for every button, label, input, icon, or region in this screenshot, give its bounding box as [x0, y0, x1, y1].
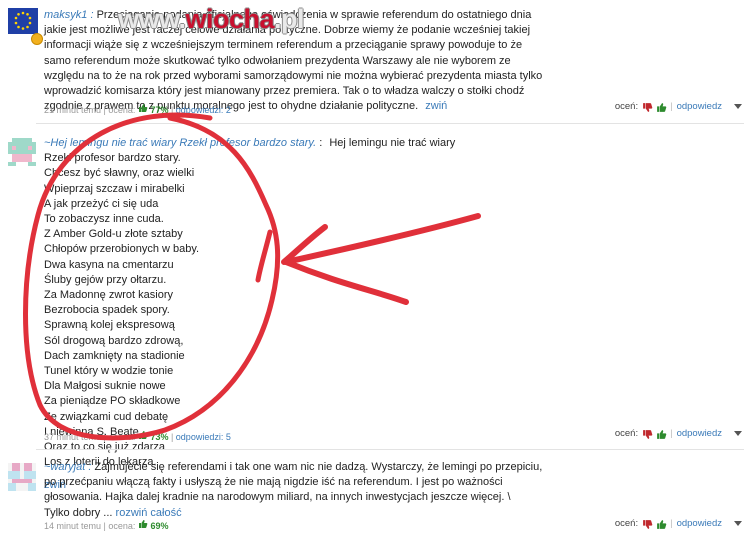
comment-2-meta: 37 minut temu | ocena: 73% | odpowiedzi:… — [44, 430, 231, 442]
collapse-link[interactable]: zwiń — [425, 100, 447, 112]
comment-1-meta: 21 minut temu | ocena: 77% | odpowiedzi:… — [44, 103, 231, 115]
comment-2: ~Hej lemingu nie trać wiary Rzekł profes… — [0, 130, 750, 491]
rating-value: 77% — [150, 105, 169, 115]
poem-line: Oraz to co się już zdarza — [44, 441, 166, 454]
reply-link[interactable]: odpowiedz — [677, 428, 722, 439]
rating-label: ocena: — [108, 432, 136, 442]
eu-flag-avatar[interactable] — [8, 8, 38, 34]
thumb-up-small-icon — [138, 430, 148, 440]
comment-3-body: ~waryjat : Zajmujecie się referendami i … — [44, 460, 554, 521]
chevron-down-icon[interactable] — [734, 431, 742, 436]
comment-author[interactable]: maksyk1 : — [44, 9, 94, 21]
vote-label: oceń: — [614, 101, 639, 112]
thumb-up-icon[interactable] — [656, 102, 667, 112]
thumb-down-icon[interactable] — [642, 429, 653, 439]
poem-line: Z Amber Gold-u złote sztaby — [44, 228, 183, 241]
poem-line: Za Madonnę zwrot kasiory — [44, 289, 173, 302]
comment-3-actions: oceń: | odpowiedz — [615, 518, 742, 529]
poem-line: Wpieprzaj szczaw i mirabelki — [44, 182, 185, 195]
site-watermark-logo: www.wiocha.pl — [118, 4, 305, 34]
poem-line: Tunel który w wodzie tonie — [44, 365, 174, 378]
poem-line: Za pieniądze PO składkowe — [44, 395, 181, 408]
replies-link[interactable]: odpowiedzi: 2 — [176, 105, 231, 115]
comment-2-actions: oceń: | odpowiedz — [615, 428, 742, 439]
poem-line: Dwa kasyna na cmentarzu — [44, 258, 174, 271]
separator: : — [319, 137, 323, 149]
thumb-down-icon[interactable] — [642, 102, 653, 112]
poem-line: Chłopów przerobionych w baby. — [44, 243, 200, 256]
thumb-up-icon[interactable] — [656, 429, 667, 439]
comment-1: maksyk1 : Przeciąganie podania oficjalne… — [0, 0, 750, 118]
rating-label: ocena: — [108, 105, 136, 115]
expand-link[interactable]: rozwiń całość — [116, 507, 182, 519]
poem-line: Śluby gejów przy ołtarzu. — [44, 273, 167, 286]
more-prefix: Tylko dobry ... — [44, 506, 113, 519]
comment-title: Hej lemingu nie trać wiary — [329, 137, 456, 149]
poem-line: Dach zamknięty na stadionie — [44, 349, 185, 362]
rating-value: 73% — [150, 432, 169, 442]
comment-text: Zajmujecie się referendami i tak one wam… — [44, 461, 543, 504]
poem-line: Bezrobocia spadek spory. — [44, 304, 170, 317]
poem-line: To zobaczysz inne cuda. — [44, 213, 164, 226]
pixel-avatar[interactable] — [8, 138, 36, 166]
vote-label: oceń: — [614, 428, 639, 439]
comment-3: ~waryjat : Zajmujecie się referendami i … — [0, 455, 750, 531]
comment-divider — [36, 123, 744, 124]
comment-time: 21 minut temu — [44, 105, 102, 115]
poem-line: Dla Małgosi suknie nowe — [44, 380, 166, 393]
reply-link[interactable]: odpowiedz — [677, 101, 722, 112]
thumb-down-icon[interactable] — [642, 519, 653, 529]
thumb-up-small-icon — [138, 519, 148, 529]
comment-3-meta: 14 minut temu | ocena: 69% — [44, 519, 169, 531]
poem-line: Chcesz być sławny, oraz wielki — [44, 167, 195, 180]
poem-line: Sól drogową bardzo zdrową, — [44, 334, 184, 347]
poem-line: Ze związkami cud debatę — [44, 410, 169, 423]
poem-line: Sprawną kolej ekspresową — [44, 319, 175, 332]
quoted-reply-link[interactable]: ~Hej lemingu nie trać wiary Rzekł profes… — [44, 137, 316, 149]
comment-1-actions: oceń: | odpowiedz — [615, 101, 742, 112]
chevron-down-icon[interactable] — [734, 104, 742, 109]
reply-link[interactable]: odpowiedz — [677, 518, 722, 529]
thumb-up-icon[interactable] — [656, 519, 667, 529]
comment-author[interactable]: ~waryjat : — [44, 461, 91, 473]
poem: Rzekł profesor bardzo stary. Chcesz być s… — [44, 151, 504, 470]
replies-link[interactable]: odpowiedzi: 5 — [176, 432, 231, 442]
comment-time: 37 minut temu — [44, 432, 102, 442]
poem-line: Rzekł profesor bardzo stary. — [44, 152, 181, 165]
vote-label: oceń: — [614, 518, 639, 529]
thumb-up-small-icon — [138, 103, 148, 113]
pixel-avatar[interactable] — [8, 463, 36, 491]
poem-line: A jak przeżyć ci się uda — [44, 197, 159, 210]
online-status-icon — [31, 33, 43, 45]
comment-divider — [36, 449, 744, 450]
chevron-down-icon[interactable] — [734, 521, 742, 526]
